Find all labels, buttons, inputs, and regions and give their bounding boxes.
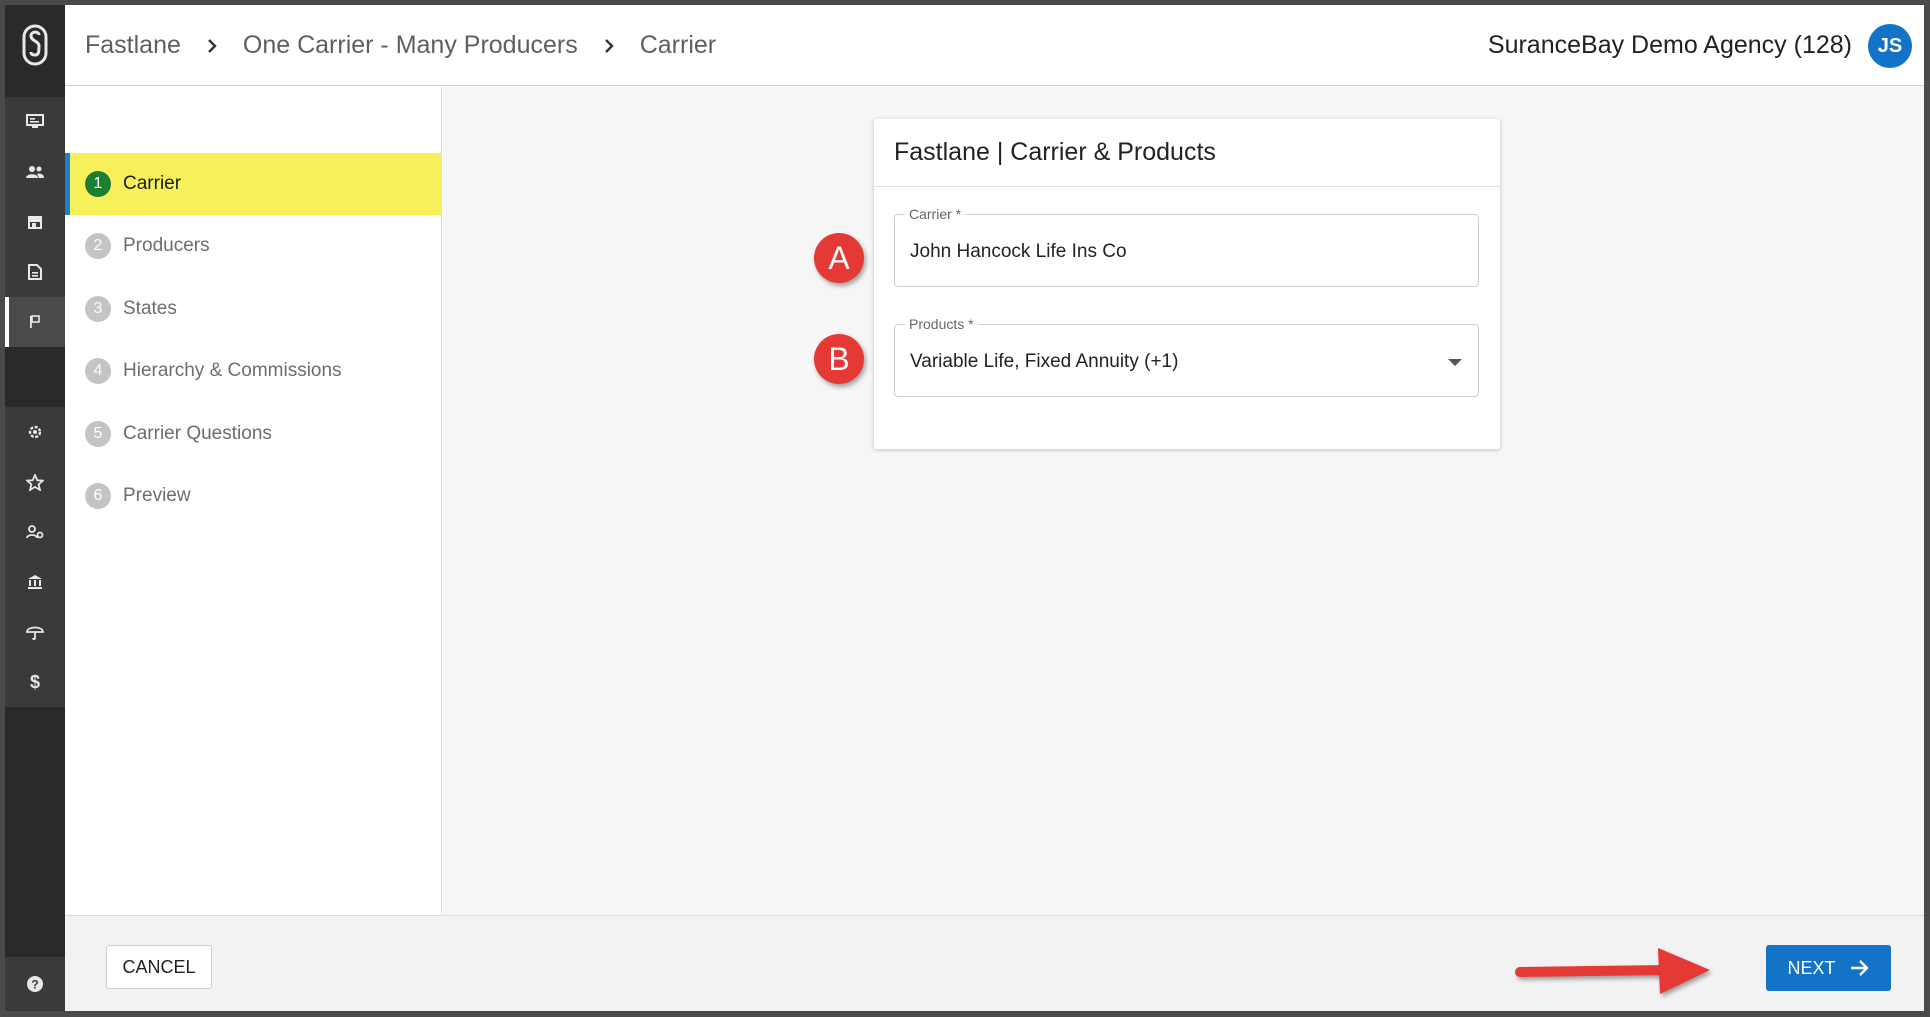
step-number: 1 [85,171,111,197]
wizard-stepper: 1 Carrier 2 Producers 3 States 4 Hierarc… [65,87,442,915]
card-title: Fastlane | Carrier & Products [874,119,1500,187]
document-icon [28,264,42,280]
step-number: 2 [85,233,111,259]
step-preview[interactable]: 6 Preview [65,465,442,527]
products-select[interactable]: Products * Variable Life, Fixed Annuity … [894,316,1479,397]
step-label: Carrier Questions [123,423,272,444]
cancel-button[interactable]: CANCEL [106,945,212,989]
breadcrumb-item-current: Carrier [639,31,717,59]
step-producers[interactable]: 2 Producers [65,215,442,277]
bank-icon [28,575,42,589]
app-logo[interactable] [5,5,65,85]
step-label: Preview [123,485,191,506]
step-label: Producers [123,235,210,256]
rail-group-main [5,97,65,347]
rail-bank[interactable] [5,557,65,607]
rail-group-admin: $ [5,407,65,707]
breadcrumb: Fastlane One Carrier - Many Producers Ca… [85,5,716,86]
step-states[interactable]: 3 States [65,278,442,340]
rail-settings[interactable] [5,407,65,457]
step-number: 4 [85,358,111,384]
step-carrier-questions[interactable]: 5 Carrier Questions [65,403,442,465]
svg-text:?: ? [31,978,38,992]
agency-name[interactable]: SuranceBay Demo Agency (128) [1488,5,1852,86]
annotation-marker-a: A [814,233,864,283]
annotation-arrow-icon [1515,948,1710,994]
gear-icon [28,425,42,439]
products-field-value: Variable Life, Fixed Annuity (+1) [910,350,1179,372]
step-number: 3 [85,296,111,322]
left-rail: $ ? [5,5,65,1011]
breadcrumb-item-fastlane[interactable]: Fastlane [85,31,181,60]
arrow-right-icon [1850,960,1869,976]
logo-icon [22,24,48,66]
top-header: Fastlane One Carrier - Many Producers Ca… [65,5,1924,86]
step-number: 6 [85,483,111,509]
rail-store[interactable] [5,197,65,247]
step-carrier[interactable]: 1 Carrier [65,153,442,215]
help-button[interactable]: ? [5,957,65,1011]
rail-people[interactable] [5,147,65,197]
rail-documents[interactable] [5,247,65,297]
main-content: Fastlane | Carrier & Products Carrier * … [443,87,1924,915]
step-label: Hierarchy & Commissions [123,360,342,381]
people-icon [26,166,44,178]
flag-icon [30,315,40,328]
breadcrumb-item-workflow[interactable]: One Carrier - Many Producers [243,31,578,60]
annotation-marker-b: B [814,334,864,384]
step-label: Carrier [123,173,182,194]
user-settings-icon [26,525,44,539]
carrier-field-value: John Hancock Life Ins Co [910,240,1127,262]
carrier-field[interactable]: Carrier * John Hancock Life Ins Co [894,206,1479,287]
caret-down-icon[interactable] [1448,359,1462,366]
step-label: States [123,298,177,319]
star-icon [26,473,44,491]
chevron-right-icon [207,38,217,54]
store-icon [28,216,42,229]
monitor-icon [26,114,44,128]
carrier-products-card: Fastlane | Carrier & Products Carrier * … [874,119,1500,449]
dollar-icon: $ [29,671,40,692]
rail-favorites[interactable] [5,457,65,507]
avatar[interactable]: JS [1868,24,1912,68]
next-button-label: NEXT [1787,957,1836,978]
rail-fastlane[interactable] [5,297,65,347]
umbrella-icon [26,626,44,640]
help-icon: ? [27,976,43,992]
rail-dashboard[interactable] [5,97,65,147]
rail-user-settings[interactable] [5,507,65,557]
next-button[interactable]: NEXT [1766,945,1891,991]
chevron-right-icon [604,38,614,54]
rail-insurance[interactable] [5,607,65,657]
app-window: $ ? Fastlane One Carrier - Many Producer… [0,0,1930,1017]
step-hierarchy[interactable]: 4 Hierarchy & Commissions [65,340,442,402]
rail-commissions[interactable]: $ [5,657,65,707]
step-number: 5 [85,421,111,447]
